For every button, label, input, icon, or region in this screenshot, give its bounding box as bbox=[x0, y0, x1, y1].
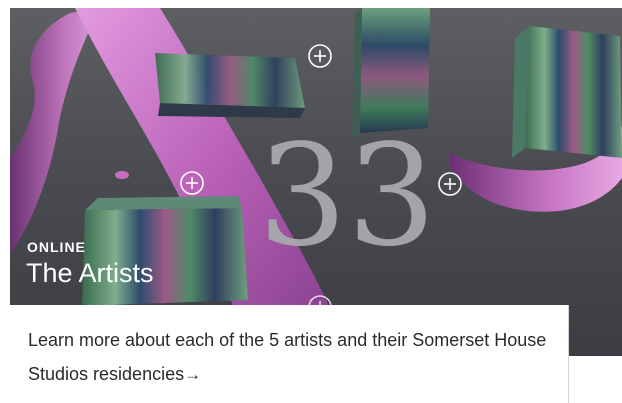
glitch-cube-top bbox=[155, 53, 305, 118]
glitch-cube-right bbox=[512, 26, 622, 158]
description-text: Learn more about each of the 5 artists a… bbox=[28, 330, 547, 384]
hero-artwork: 33 bbox=[10, 8, 622, 356]
glitch-cube-bottom bbox=[82, 196, 248, 306]
numeral-33: 33 bbox=[258, 115, 436, 278]
category-label: ONLINE bbox=[27, 239, 86, 255]
plus-circle-icon bbox=[308, 44, 332, 68]
hero-image[interactable]: 33 ONLINE The Artists bbox=[10, 8, 622, 356]
card-title[interactable]: The Artists bbox=[26, 258, 154, 289]
card-description[interactable]: Learn more about each of the 5 artists a… bbox=[28, 323, 548, 392]
plus-circle-icon bbox=[438, 172, 462, 196]
panel-border bbox=[568, 305, 569, 403]
ribbon-fragment bbox=[115, 171, 129, 179]
arrow-right-icon[interactable]: → bbox=[184, 365, 201, 384]
artist-card[interactable]: 33 ONLINE The Artists Learn more about e… bbox=[10, 8, 622, 403]
description-panel[interactable]: Learn more about each of the 5 artists a… bbox=[10, 305, 569, 403]
